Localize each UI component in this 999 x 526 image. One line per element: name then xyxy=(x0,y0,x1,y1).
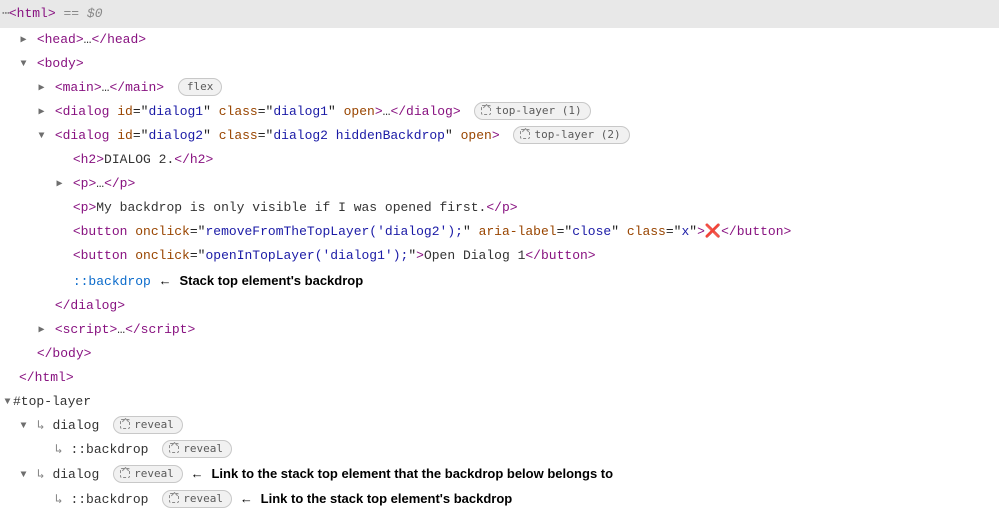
node-head[interactable]: ▶ <head>…</head> xyxy=(0,28,999,52)
ellipsis-icon: ⋯ xyxy=(2,6,9,21)
node-button-open[interactable]: <button onclick="openInTopLayer('dialog1… xyxy=(0,244,999,268)
selected-node-row[interactable]: ⋯<html> == $0 xyxy=(0,0,999,28)
dashed-box-icon xyxy=(169,493,179,503)
top-layer-badge-1[interactable]: top-layer (1) xyxy=(474,102,590,120)
tag-html: html xyxy=(17,6,48,21)
expand-icon[interactable]: ▶ xyxy=(36,104,47,123)
expand-icon[interactable]: ▶ xyxy=(54,176,65,195)
annotation-backdrop: Stack top element's backdrop xyxy=(179,273,363,288)
x-icon: ❌ xyxy=(705,224,721,239)
return-icon: ↳ xyxy=(37,467,45,482)
dashed-box-icon xyxy=(520,129,530,139)
node-html-close[interactable]: </html> xyxy=(0,366,999,390)
return-icon: ↳ xyxy=(55,442,63,457)
reveal-badge[interactable]: reveal xyxy=(162,490,232,508)
node-button-close[interactable]: <button onclick="removeFromTheTopLayer('… xyxy=(0,220,999,244)
collapse-icon[interactable]: ▼ xyxy=(2,394,13,413)
node-script[interactable]: ▶ <script>…</script> xyxy=(0,318,999,342)
reveal-badge[interactable]: reveal xyxy=(162,440,232,458)
return-icon: ↳ xyxy=(55,492,63,507)
collapse-icon[interactable]: ▼ xyxy=(18,418,29,437)
dashed-box-icon xyxy=(120,468,130,478)
dashed-box-icon xyxy=(169,443,179,453)
reveal-badge[interactable]: reveal xyxy=(113,416,183,434)
node-dialog1[interactable]: ▶ <dialog id="dialog1" class="dialog1" o… xyxy=(0,100,999,124)
collapse-icon[interactable]: ▼ xyxy=(18,56,29,75)
annotation-backdrop-link: Link to the stack top element's backdrop xyxy=(261,491,513,506)
top-layer-header[interactable]: ▼#top-layer xyxy=(0,390,999,414)
node-h2[interactable]: <h2>DIALOG 2.</h2> xyxy=(0,148,999,172)
annotation-dialog-link: Link to the stack top element that the b… xyxy=(211,466,613,481)
reveal-badge[interactable]: reveal xyxy=(113,465,183,483)
node-body-close[interactable]: </body> xyxy=(0,342,999,366)
node-body-open[interactable]: ▼ <body> xyxy=(0,52,999,76)
console-selected-marker: == $0 xyxy=(56,6,103,21)
return-icon: ↳ xyxy=(37,418,45,433)
dashed-box-icon xyxy=(481,105,491,115)
top-layer-item-backdrop-2[interactable]: ↳ ::backdrop reveal ← Link to the stack … xyxy=(0,487,999,512)
collapse-icon[interactable]: ▼ xyxy=(18,467,29,486)
node-main[interactable]: ▶ <main>…</main> flex xyxy=(0,76,999,100)
node-p-collapsed[interactable]: ▶ <p>…</p> xyxy=(0,172,999,196)
node-p-text[interactable]: <p>My backdrop is only visible if I was … xyxy=(0,196,999,220)
expand-icon[interactable]: ▶ xyxy=(36,322,47,341)
node-dialog2-close[interactable]: </dialog> xyxy=(0,294,999,318)
flex-badge: flex xyxy=(178,78,223,96)
node-backdrop-pseudo[interactable]: ::backdrop ← Stack top element's backdro… xyxy=(0,269,999,294)
top-layer-item-dialog-2[interactable]: ▼ ↳ dialog reveal ← Link to the stack to… xyxy=(0,462,999,487)
expand-icon[interactable]: ▶ xyxy=(36,80,47,99)
top-layer-badge-2[interactable]: top-layer (2) xyxy=(513,126,629,144)
collapse-icon[interactable]: ▼ xyxy=(36,128,47,147)
node-dialog2-open[interactable]: ▼ <dialog id="dialog2" class="dialog2 hi… xyxy=(0,124,999,148)
top-layer-item-backdrop-1[interactable]: ↳ ::backdrop reveal xyxy=(0,438,999,462)
expand-icon[interactable]: ▶ xyxy=(18,32,29,51)
dashed-box-icon xyxy=(120,419,130,429)
top-layer-item-dialog-1[interactable]: ▼ ↳ dialog reveal xyxy=(0,414,999,438)
